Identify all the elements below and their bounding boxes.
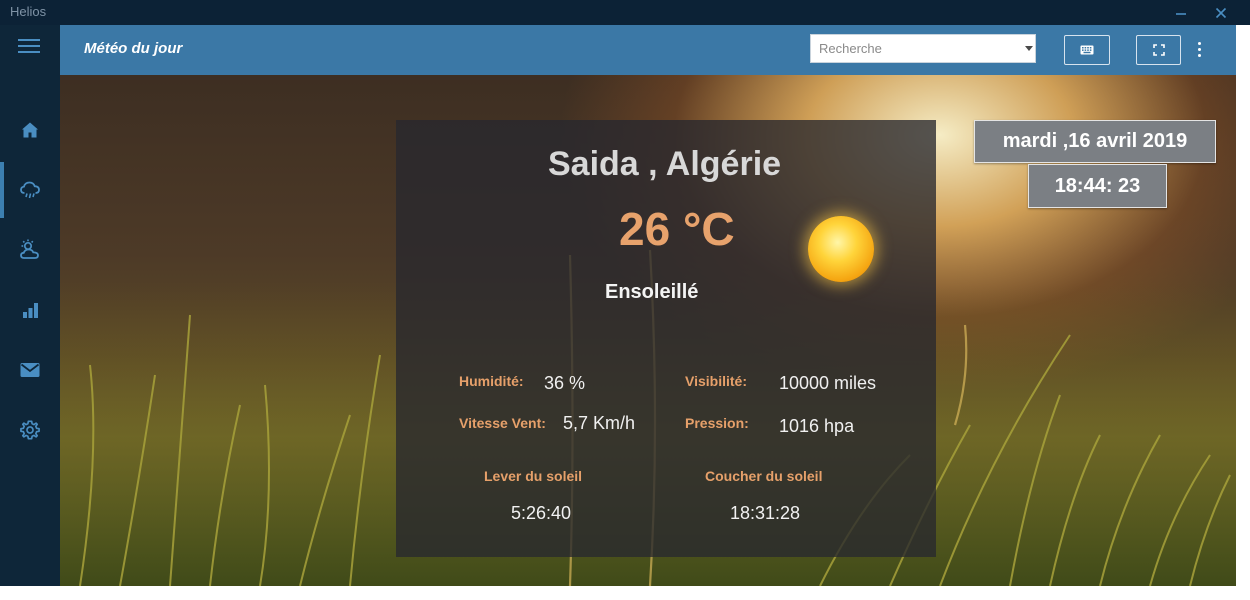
search-input[interactable] bbox=[811, 35, 1011, 62]
more-options-button[interactable] bbox=[1194, 39, 1204, 61]
fullscreen-icon bbox=[1152, 44, 1165, 56]
sunrise-value: 5:26:40 bbox=[511, 503, 572, 523]
sunset-label: Coucher du soleil bbox=[705, 468, 823, 484]
keyboard-icon bbox=[1080, 45, 1094, 55]
wind-speed-value: 5,7 Km/h bbox=[563, 413, 636, 433]
sidebar-item-statistics[interactable] bbox=[0, 282, 60, 338]
sunny-weather-icon bbox=[808, 216, 874, 282]
close-button[interactable] bbox=[1204, 0, 1238, 25]
window-title: Helios bbox=[10, 4, 47, 19]
sidebar-item-settings[interactable] bbox=[0, 402, 60, 458]
temperature-value: 26 °C bbox=[619, 203, 735, 255]
time-text: 18:44: 23 bbox=[1054, 175, 1141, 197]
sunrise-label: Lever du soleil bbox=[484, 468, 583, 484]
home-icon bbox=[22, 122, 38, 138]
title-bar: Helios bbox=[0, 0, 1250, 25]
menu-toggle-button[interactable] bbox=[18, 37, 42, 57]
minimize-icon bbox=[1176, 12, 1186, 15]
time-display: 18:44: 23 bbox=[1028, 164, 1167, 208]
date-display: mardi ,16 avril 2019 bbox=[974, 120, 1216, 163]
mail-icon bbox=[20, 363, 40, 377]
sunset-value: 18:31:28 bbox=[730, 503, 801, 523]
menu-icon-bar bbox=[18, 45, 40, 47]
menu-icon-bar bbox=[18, 39, 40, 41]
gear-icon bbox=[20, 420, 40, 440]
minimize-button[interactable] bbox=[1164, 0, 1198, 25]
wind-speed-label: Vitesse Vent: bbox=[459, 415, 546, 431]
sun-cloud-icon bbox=[20, 239, 39, 259]
humidity-label: Humidité: bbox=[459, 373, 524, 389]
cloud-rain-icon bbox=[20, 181, 40, 199]
app-window: Helios Météo du jour Recherche Saida , A… bbox=[0, 0, 1250, 600]
chevron-down-icon[interactable] bbox=[1025, 46, 1033, 51]
pressure-label: Pression: bbox=[685, 415, 749, 431]
city-name: Saida , Algérie bbox=[548, 145, 782, 183]
visibility-label: Visibilité: bbox=[685, 373, 747, 389]
keyboard-button[interactable] bbox=[1064, 35, 1110, 65]
more-vertical-icon bbox=[1198, 54, 1201, 57]
pressure-value: 1016 hpa bbox=[779, 416, 855, 436]
menu-icon-bar bbox=[18, 51, 40, 53]
close-icon bbox=[1215, 7, 1227, 18]
sidebar-item-weather[interactable] bbox=[0, 162, 60, 218]
page-title: Météo du jour bbox=[84, 40, 183, 57]
sidebar bbox=[0, 25, 60, 586]
more-vertical-icon bbox=[1198, 42, 1201, 45]
sidebar-item-home[interactable] bbox=[0, 102, 60, 158]
visibility-value: 10000 miles bbox=[779, 373, 877, 393]
fullscreen-button[interactable] bbox=[1136, 35, 1181, 65]
search-combobox[interactable] bbox=[810, 34, 1036, 63]
humidity-value: 36 % bbox=[544, 373, 586, 393]
weather-card bbox=[396, 120, 936, 557]
bar-chart-icon bbox=[23, 303, 38, 318]
date-text: mardi ,16 avril 2019 bbox=[1002, 130, 1188, 152]
header-bar: Météo du jour bbox=[60, 25, 1236, 75]
more-vertical-icon bbox=[1198, 48, 1201, 51]
weather-condition: Ensoleillé bbox=[605, 281, 699, 303]
sidebar-item-messages[interactable] bbox=[0, 342, 60, 398]
sidebar-item-forecast[interactable] bbox=[0, 222, 60, 278]
